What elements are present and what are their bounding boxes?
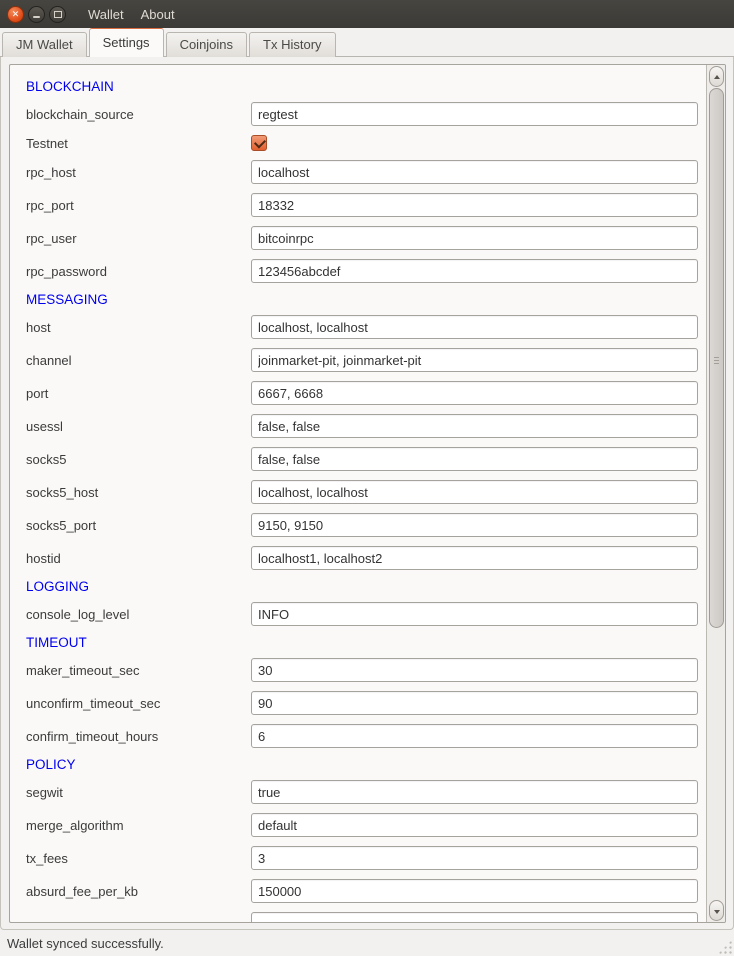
- field-row: rpc_user: [26, 226, 698, 250]
- resize-grip-icon[interactable]: [718, 940, 732, 954]
- field-label: channel: [26, 353, 251, 368]
- field-row: rpc_port: [26, 193, 698, 217]
- menubar: Wallet About: [88, 7, 175, 22]
- field-label: usessl: [26, 419, 251, 434]
- field-label: rpc_password: [26, 264, 251, 279]
- field-input-merge_algorithm[interactable]: [251, 813, 698, 837]
- vertical-scrollbar[interactable]: [706, 65, 725, 922]
- field-input-socks5_port[interactable]: [251, 513, 698, 537]
- settings-scroll-area: BLOCKCHAIN blockchain_source Testnet rpc_ho…: [9, 64, 726, 923]
- field-input-absurd_fee_per_kb[interactable]: [251, 879, 698, 903]
- minimize-window-icon[interactable]: [28, 6, 45, 23]
- field-row: [26, 912, 698, 922]
- field-label: hostid: [26, 551, 251, 566]
- app-window: Wallet About JM WalletSettingsCoinjoinsT…: [0, 0, 734, 956]
- field-row: absurd_fee_per_kb: [26, 879, 698, 903]
- field-row: hostid: [26, 546, 698, 570]
- checkmark-icon: [254, 136, 266, 148]
- tab-bar: JM WalletSettingsCoinjoinsTx History: [0, 28, 734, 57]
- scrollbar-thumb[interactable]: [709, 88, 724, 628]
- field-row: rpc_password: [26, 259, 698, 283]
- testnet-checkbox[interactable]: [251, 135, 267, 151]
- close-window-icon[interactable]: [7, 6, 24, 23]
- field-input-usessl[interactable]: [251, 414, 698, 438]
- field-row: rpc_host: [26, 160, 698, 184]
- field-label: socks5_host: [26, 485, 251, 500]
- field-label: tx_fees: [26, 851, 251, 866]
- field-input-hostid[interactable]: [251, 546, 698, 570]
- field-label: socks5_port: [26, 518, 251, 533]
- field-label: socks5: [26, 452, 251, 467]
- section-header-logging: LOGGING: [26, 579, 698, 595]
- status-message: Wallet synced successfully.: [7, 936, 164, 951]
- tab-coinjoins[interactable]: Coinjoins: [166, 32, 247, 57]
- field-input-maker_timeout_sec[interactable]: [251, 658, 698, 682]
- field-row: socks5_port: [26, 513, 698, 537]
- field-row: confirm_timeout_hours: [26, 724, 698, 748]
- settings-pane: BLOCKCHAIN blockchain_source Testnet rpc_ho…: [0, 57, 734, 930]
- field-row: maker_timeout_sec: [26, 658, 698, 682]
- field-label: rpc_host: [26, 165, 251, 180]
- field-label: console_log_level: [26, 607, 251, 622]
- field-input-socks5[interactable]: [251, 447, 698, 471]
- field-input-tx_fees[interactable]: [251, 846, 698, 870]
- scroll-down-arrow-icon[interactable]: [709, 900, 724, 921]
- field-input-console_log_level[interactable]: [251, 602, 698, 626]
- field-label: port: [26, 386, 251, 401]
- field-row: merge_algorithm: [26, 813, 698, 837]
- settings-form: BLOCKCHAIN blockchain_source Testnet rpc_ho…: [10, 65, 706, 922]
- field-row: console_log_level: [26, 602, 698, 626]
- field-row: unconfirm_timeout_sec: [26, 691, 698, 715]
- status-bar: Wallet synced successfully.: [0, 930, 734, 956]
- field-row: usessl: [26, 414, 698, 438]
- field-row: port: [26, 381, 698, 405]
- field-row: blockchain_source: [26, 102, 698, 126]
- menu-about[interactable]: About: [141, 7, 175, 22]
- field-input-partial[interactable]: [251, 912, 698, 922]
- field-row: segwit: [26, 780, 698, 804]
- scrollbar-grip-icon: [714, 357, 719, 358]
- field-input-port[interactable]: [251, 381, 698, 405]
- field-label: segwit: [26, 785, 251, 800]
- field-label: host: [26, 320, 251, 335]
- field-label: unconfirm_timeout_sec: [26, 696, 251, 711]
- tab-jm-wallet[interactable]: JM Wallet: [2, 32, 87, 57]
- tab-settings[interactable]: Settings: [89, 28, 164, 57]
- field-label: Testnet: [26, 136, 251, 151]
- field-label: maker_timeout_sec: [26, 663, 251, 678]
- field-input-rpc_port[interactable]: [251, 193, 698, 217]
- field-row: channel: [26, 348, 698, 372]
- field-label: confirm_timeout_hours: [26, 729, 251, 744]
- field-input-segwit[interactable]: [251, 780, 698, 804]
- field-input-host[interactable]: [251, 315, 698, 339]
- field-label: merge_algorithm: [26, 818, 251, 833]
- field-row: tx_fees: [26, 846, 698, 870]
- tab-tx-history[interactable]: Tx History: [249, 32, 336, 57]
- titlebar: Wallet About: [0, 0, 734, 28]
- field-input-channel[interactable]: [251, 348, 698, 372]
- section-header-timeout: TIMEOUT: [26, 635, 698, 651]
- field-row: host: [26, 315, 698, 339]
- field-input-socks5_host[interactable]: [251, 480, 698, 504]
- field-label: rpc_port: [26, 198, 251, 213]
- field-input-rpc_user[interactable]: [251, 226, 698, 250]
- section-header-policy: POLICY: [26, 757, 698, 773]
- field-input-confirm_timeout_hours[interactable]: [251, 724, 698, 748]
- scroll-up-arrow-icon[interactable]: [709, 66, 724, 87]
- field-input-blockchain_source[interactable]: [251, 102, 698, 126]
- field-label: absurd_fee_per_kb: [26, 884, 251, 899]
- section-header-messaging: MESSAGING: [26, 292, 698, 308]
- field-row: socks5: [26, 447, 698, 471]
- field-input-rpc_password[interactable]: [251, 259, 698, 283]
- field-row: Testnet: [26, 135, 698, 151]
- field-label: rpc_user: [26, 231, 251, 246]
- menu-wallet[interactable]: Wallet: [88, 7, 124, 22]
- field-row: socks5_host: [26, 480, 698, 504]
- field-input-unconfirm_timeout_sec[interactable]: [251, 691, 698, 715]
- field-label: blockchain_source: [26, 107, 251, 122]
- maximize-window-icon[interactable]: [49, 6, 66, 23]
- field-input-rpc_host[interactable]: [251, 160, 698, 184]
- section-header-blockchain: BLOCKCHAIN: [26, 79, 698, 95]
